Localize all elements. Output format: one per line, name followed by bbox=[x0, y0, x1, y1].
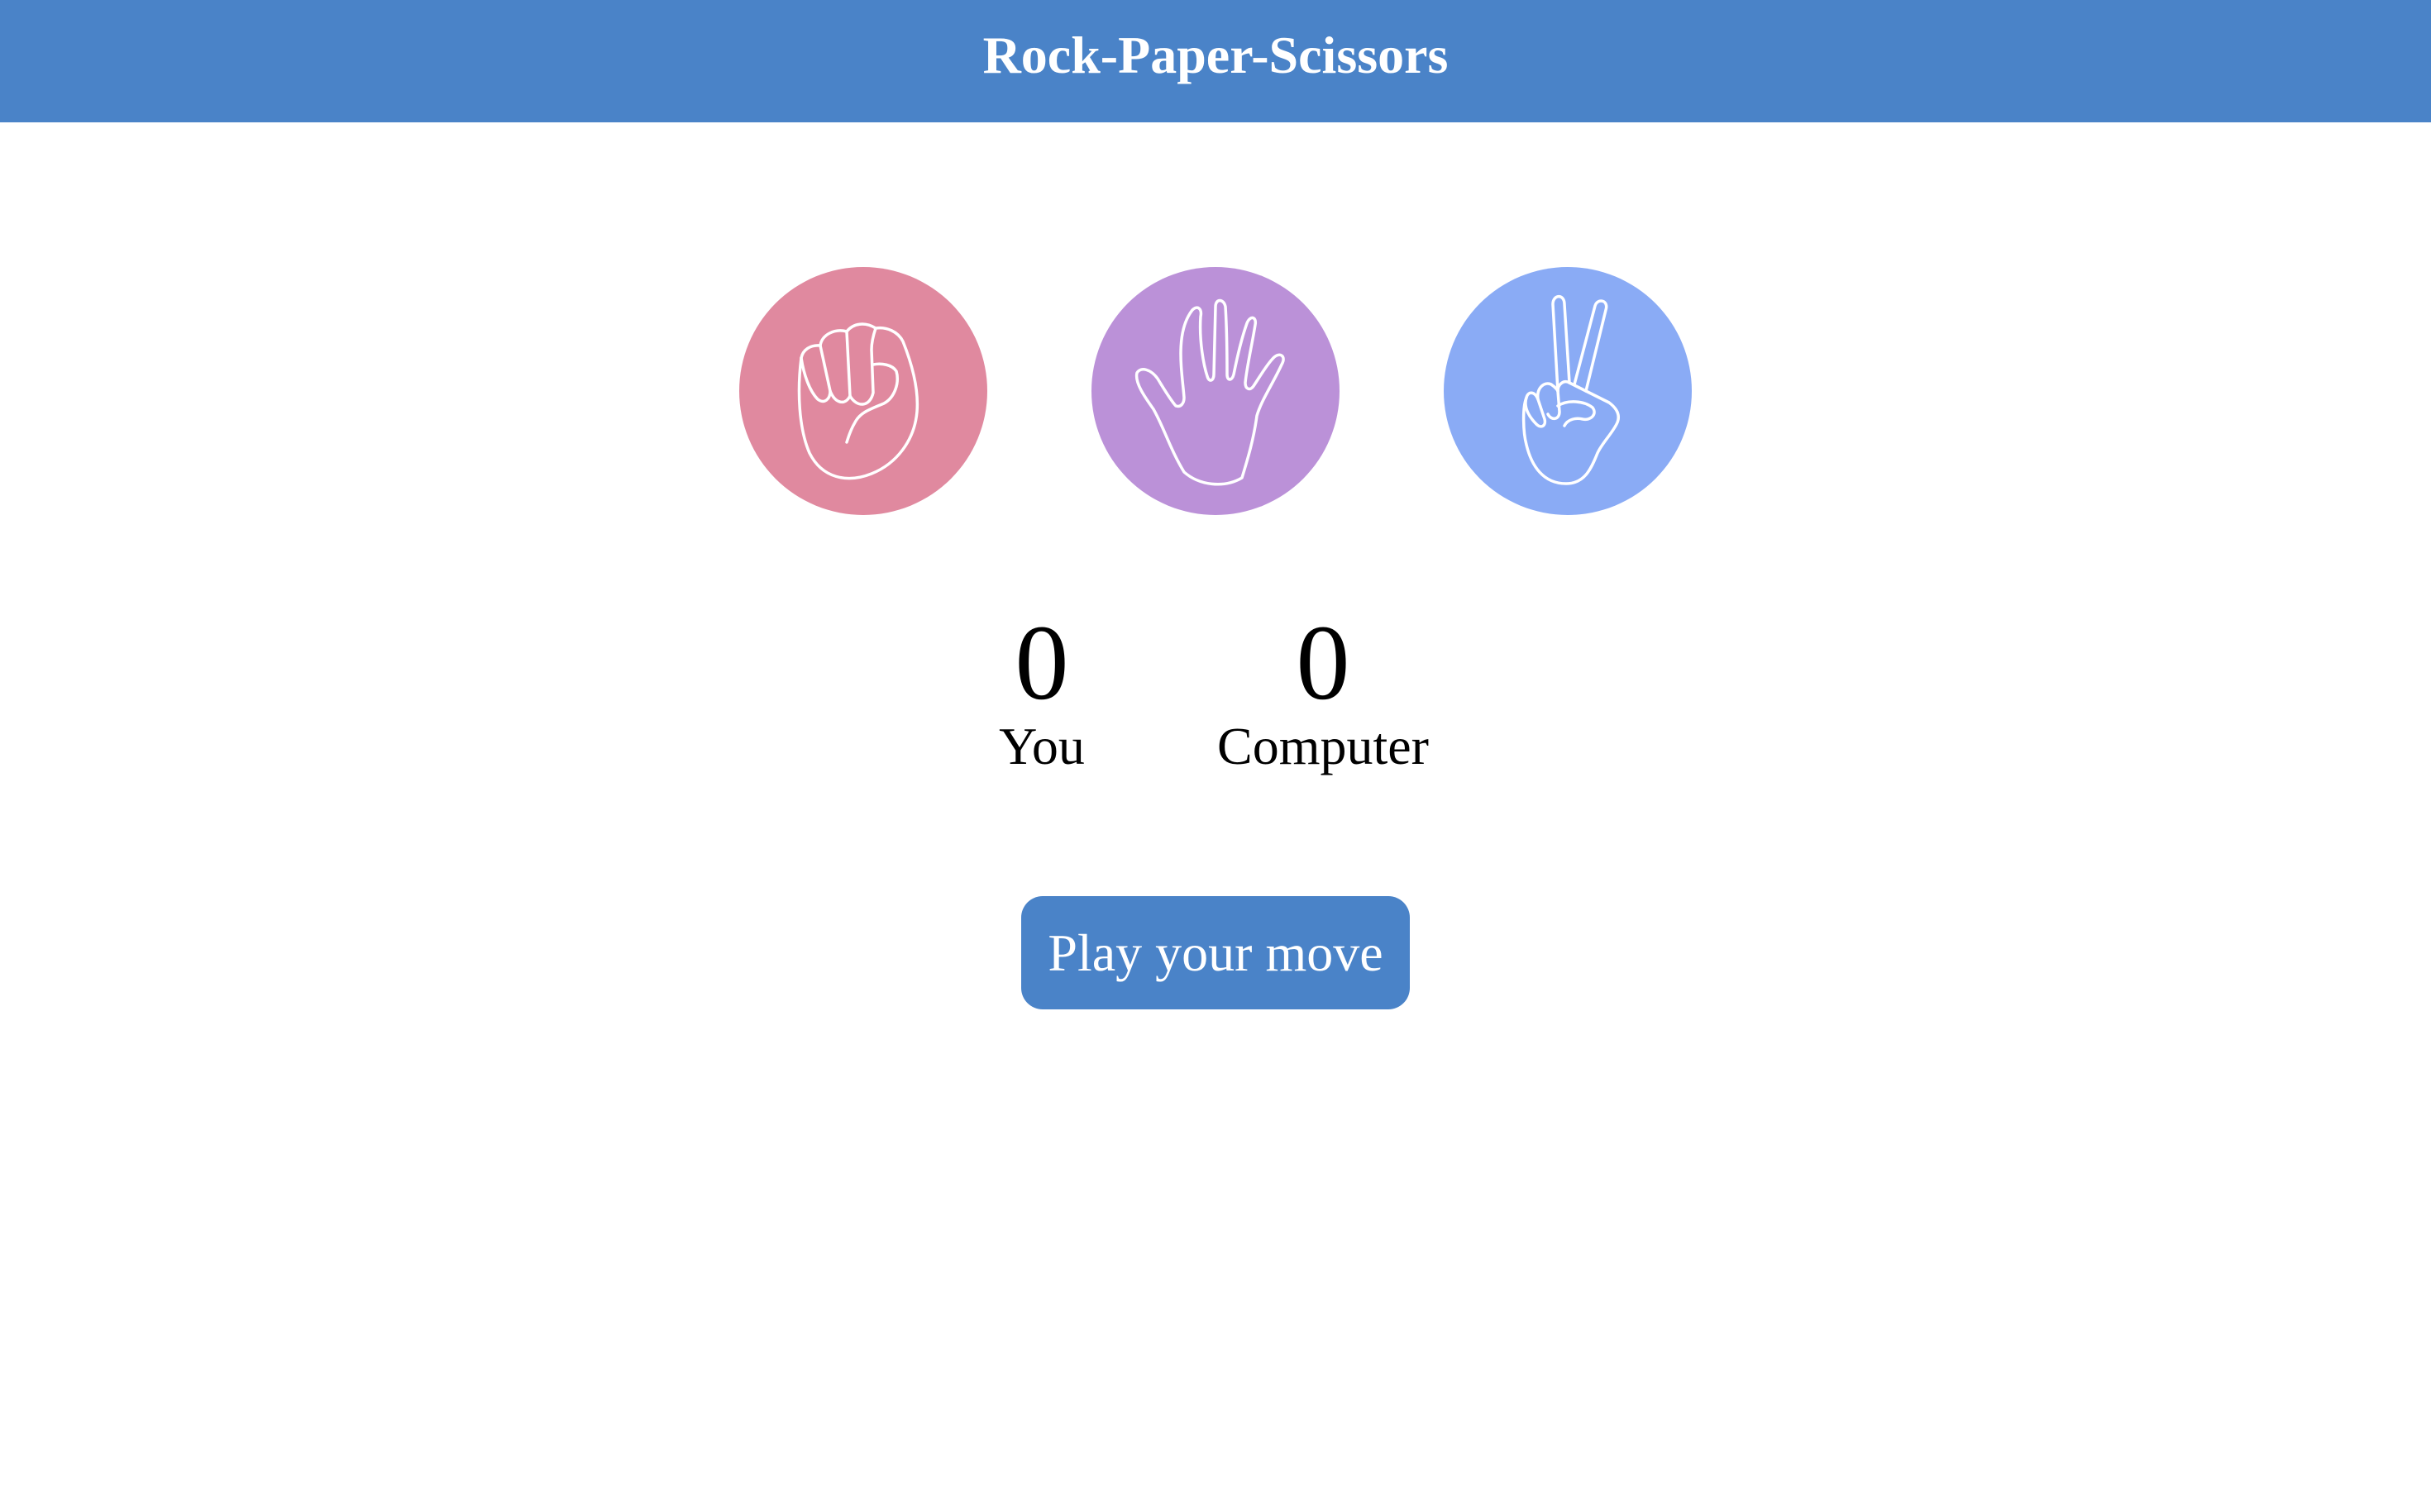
paper-hand-icon bbox=[1134, 298, 1285, 486]
player-score: 0 You bbox=[959, 608, 1125, 775]
paper-choice-button[interactable] bbox=[1091, 267, 1340, 515]
scissors-choice-button[interactable] bbox=[1444, 267, 1692, 515]
player-score-label: You bbox=[999, 717, 1085, 775]
computer-score: 0 Computer bbox=[1158, 608, 1488, 775]
app-header: Rock-Paper-Scissors bbox=[0, 0, 2431, 122]
page-title: Rock-Paper-Scissors bbox=[982, 26, 1449, 84]
computer-score-label: Computer bbox=[1217, 717, 1429, 775]
play-move-button[interactable]: Play your move bbox=[1021, 896, 1410, 1009]
player-score-value: 0 bbox=[1015, 603, 1069, 723]
computer-score-value: 0 bbox=[1296, 603, 1350, 723]
scissors-hand-icon bbox=[1521, 294, 1620, 485]
rock-hand-icon bbox=[797, 322, 919, 480]
rock-choice-button[interactable] bbox=[739, 267, 987, 515]
